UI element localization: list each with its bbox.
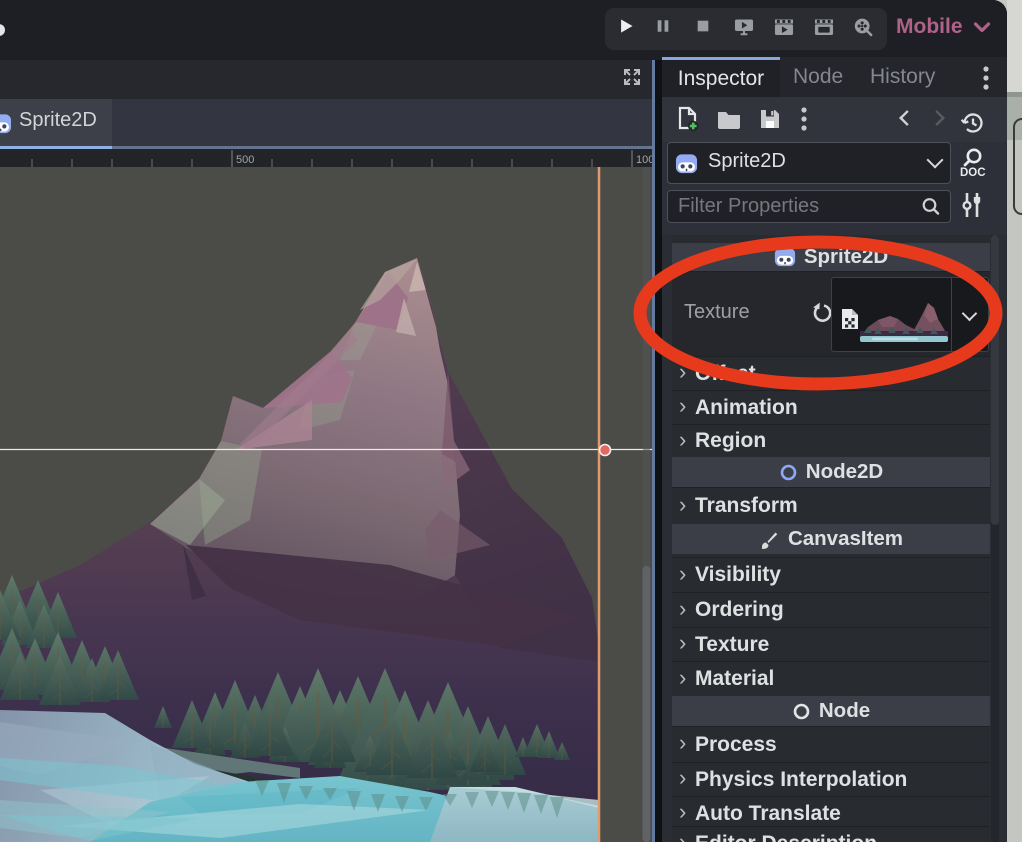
svg-text:1000: 1000: [636, 154, 653, 166]
svg-text:DOC: DOC: [960, 167, 986, 179]
svg-text:500: 500: [236, 154, 254, 166]
